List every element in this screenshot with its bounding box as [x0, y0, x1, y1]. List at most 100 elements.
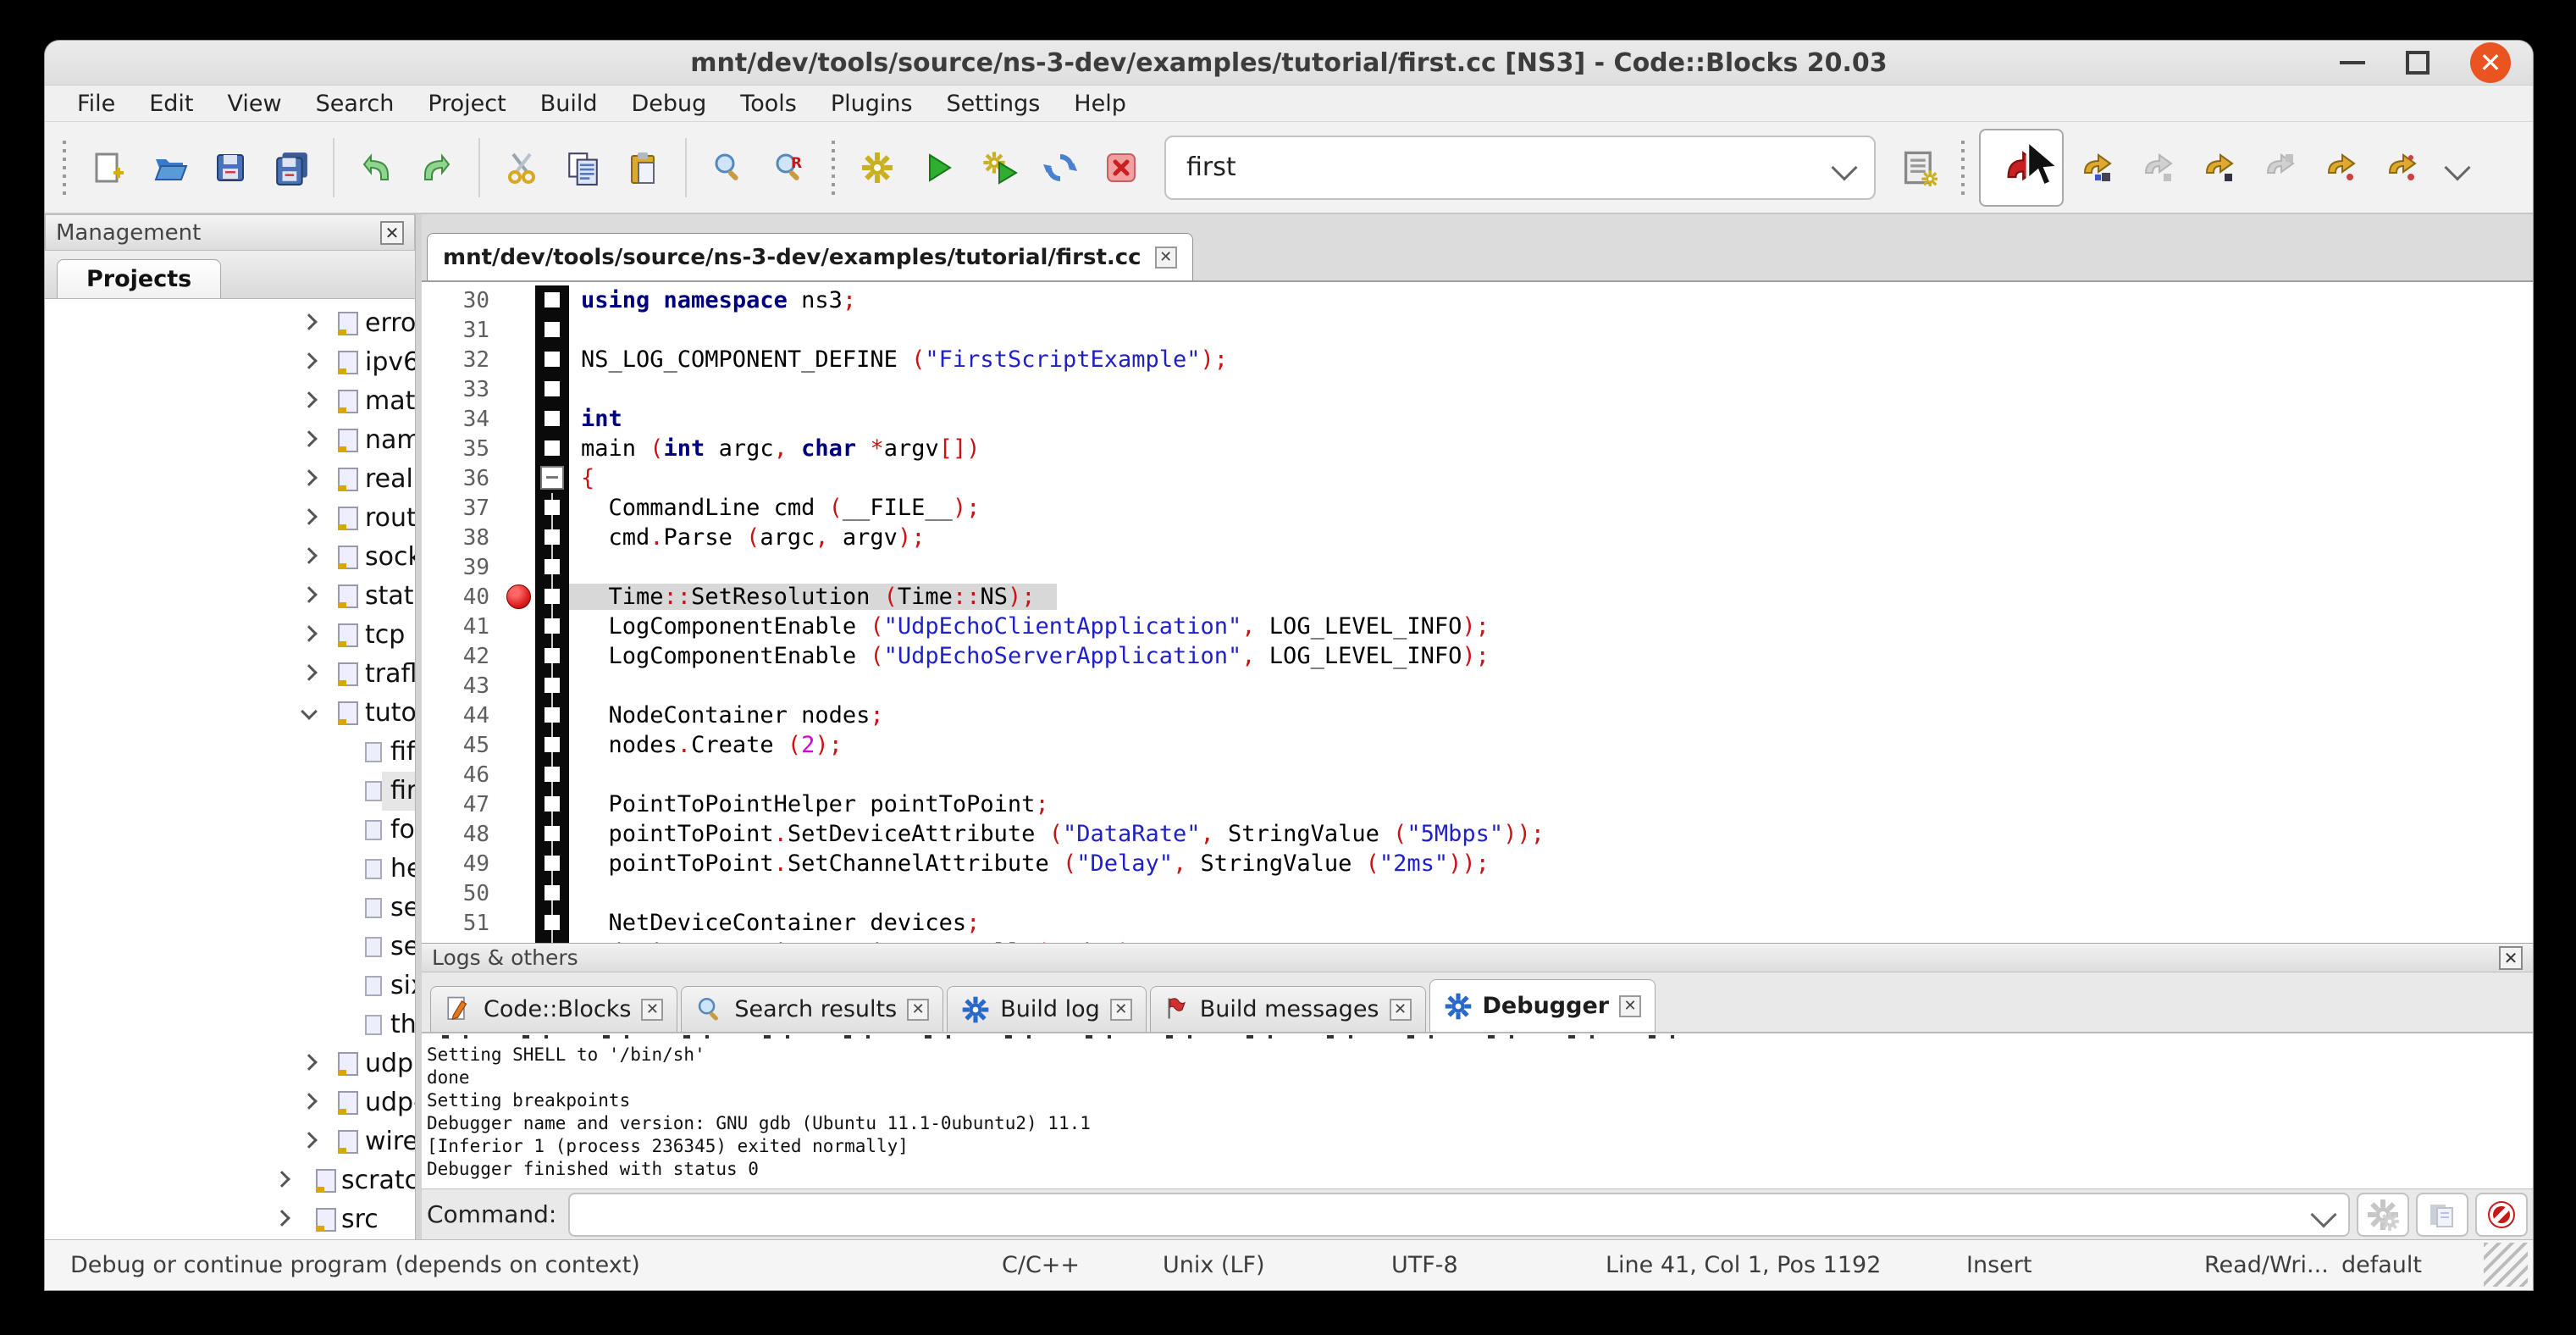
fold-margin[interactable] [535, 463, 569, 493]
chevron-right-icon[interactable] [301, 586, 318, 603]
fold-margin[interactable] [535, 760, 569, 789]
chevron-right-icon[interactable] [301, 664, 318, 681]
breakpoint-margin[interactable] [503, 701, 535, 730]
close-tab-icon[interactable]: ✕ [1390, 999, 1412, 1021]
fold-margin[interactable] [535, 789, 569, 819]
log-tab-debugger[interactable]: Debugger✕ [1429, 979, 1656, 1032]
step-into-icon[interactable] [2191, 136, 2247, 200]
save-icon[interactable] [202, 136, 258, 200]
log-tab-code-blocks[interactable]: Code::Blocks✕ [430, 986, 677, 1032]
tree-item-fo[interactable]: fo [45, 811, 415, 850]
breakpoint-margin[interactable] [503, 434, 535, 463]
tree-item-tcp[interactable]: tcp [45, 616, 415, 655]
copy-icon[interactable] [555, 136, 611, 200]
fold-margin[interactable] [535, 612, 569, 641]
chevron-right-icon[interactable] [301, 391, 318, 408]
command-input[interactable] [585, 1202, 2314, 1227]
breakpoint-margin[interactable] [503, 345, 535, 374]
replace-icon[interactable]: R [761, 136, 817, 200]
save-all-icon[interactable] [263, 136, 319, 200]
fold-margin[interactable] [535, 315, 569, 345]
tree-item-udp-[interactable]: udp- [45, 1083, 415, 1122]
find-icon[interactable] [700, 136, 756, 200]
fold-margin[interactable] [535, 582, 569, 612]
tree-item-mat[interactable]: mat [45, 382, 415, 421]
copy-log-icon[interactable] [2416, 1193, 2468, 1237]
chevron-right-icon[interactable] [301, 1093, 318, 1110]
tree-item-th[interactable]: th [45, 1005, 415, 1044]
breakpoint-margin[interactable] [503, 641, 535, 671]
tree-item-fif[interactable]: fif [45, 733, 415, 772]
breakpoint-margin[interactable] [503, 612, 535, 641]
tree-item-stat[interactable]: stat [45, 577, 415, 616]
breakpoint-margin[interactable] [503, 582, 535, 612]
fold-margin[interactable] [535, 908, 569, 938]
chevron-right-icon[interactable] [301, 625, 318, 642]
cut-icon[interactable] [494, 136, 550, 200]
menu-edit[interactable]: Edit [135, 89, 207, 119]
chevron-right-icon[interactable] [274, 1171, 290, 1188]
menu-project[interactable]: Project [414, 89, 519, 119]
fold-margin[interactable] [535, 819, 569, 849]
maximize-icon[interactable] [2406, 51, 2430, 75]
close-tab-icon[interactable]: ✕ [1155, 247, 1177, 269]
tree-item-wire[interactable]: wire [45, 1122, 415, 1161]
chevron-right-icon[interactable] [274, 1210, 290, 1227]
minimize-icon[interactable] [2340, 61, 2365, 64]
resize-grip[interactable] [2484, 1243, 2528, 1287]
menu-file[interactable]: File [64, 89, 129, 119]
fold-margin[interactable] [535, 849, 569, 878]
tree-item-fir[interactable]: fir [45, 772, 415, 811]
debug-continue-icon[interactable] [1979, 129, 2064, 207]
toolbar-overflow-chevron[interactable] [2444, 154, 2470, 180]
panel-splitter[interactable] [416, 214, 422, 1239]
chevron-right-icon[interactable] [301, 352, 318, 369]
paste-icon[interactable] [616, 136, 672, 200]
log-tab-build-messages[interactable]: Build messages✕ [1150, 986, 1426, 1032]
editor-tab-first-cc[interactable]: mnt/dev/tools/source/ns-3-dev/examples/t… [427, 233, 1193, 280]
undo-icon[interactable] [348, 136, 404, 200]
close-icon[interactable]: ✕ [2470, 42, 2511, 83]
chevron-right-icon[interactable] [301, 430, 318, 447]
breakpoint-margin[interactable] [503, 908, 535, 938]
command-combobox[interactable] [568, 1193, 2350, 1237]
fold-margin[interactable] [535, 374, 569, 404]
breakpoint-margin[interactable] [503, 493, 535, 523]
chevron-right-icon[interactable] [301, 1132, 318, 1149]
tab-projects[interactable]: Projects [57, 259, 221, 298]
stop-debugger-icon[interactable] [2475, 1193, 2528, 1237]
compiler-info-icon[interactable] [1891, 136, 1947, 200]
tree-item-rout[interactable]: rout [45, 499, 415, 538]
chevron-right-icon[interactable] [301, 469, 318, 486]
build-target-input[interactable] [1186, 152, 1835, 182]
fold-margin[interactable] [535, 285, 569, 315]
breakpoint-margin[interactable] [503, 374, 535, 404]
build-and-run-icon[interactable] [971, 136, 1027, 200]
toolbar-grip[interactable] [1957, 141, 1969, 195]
next-instruction-icon[interactable] [2313, 136, 2369, 200]
close-tab-icon[interactable]: ✕ [907, 999, 929, 1021]
step-into-instruction-icon[interactable] [2374, 136, 2430, 200]
tree-item-sock[interactable]: sock [45, 538, 415, 577]
build-icon[interactable] [849, 136, 905, 200]
tree-item-scratch[interactable]: scratch [45, 1161, 415, 1200]
tree-item-six[interactable]: six [45, 967, 415, 1005]
menu-tools[interactable]: Tools [727, 89, 810, 119]
breakpoint-margin[interactable] [503, 671, 535, 701]
chevron-down-icon[interactable] [2310, 1201, 2336, 1227]
code-editor[interactable]: 30using namespace ns3;3132NS_LOG_COMPONE… [422, 282, 2533, 943]
step-out-icon[interactable] [2252, 136, 2308, 200]
menu-view[interactable]: View [213, 89, 295, 119]
fold-margin[interactable] [535, 938, 569, 943]
breakpoint-icon[interactable] [506, 584, 531, 609]
breakpoint-margin[interactable] [503, 760, 535, 789]
abort-icon[interactable] [1093, 136, 1149, 200]
tree-item-se[interactable]: se [45, 928, 415, 967]
new-file-icon[interactable] [80, 136, 136, 200]
breakpoint-margin[interactable] [503, 878, 535, 908]
tree-item-reall[interactable]: reall [45, 460, 415, 499]
toolbar-grip[interactable] [827, 141, 839, 195]
next-line-icon[interactable] [2130, 136, 2186, 200]
fold-margin[interactable] [535, 878, 569, 908]
log-tab-build-log[interactable]: Build log✕ [947, 986, 1147, 1032]
